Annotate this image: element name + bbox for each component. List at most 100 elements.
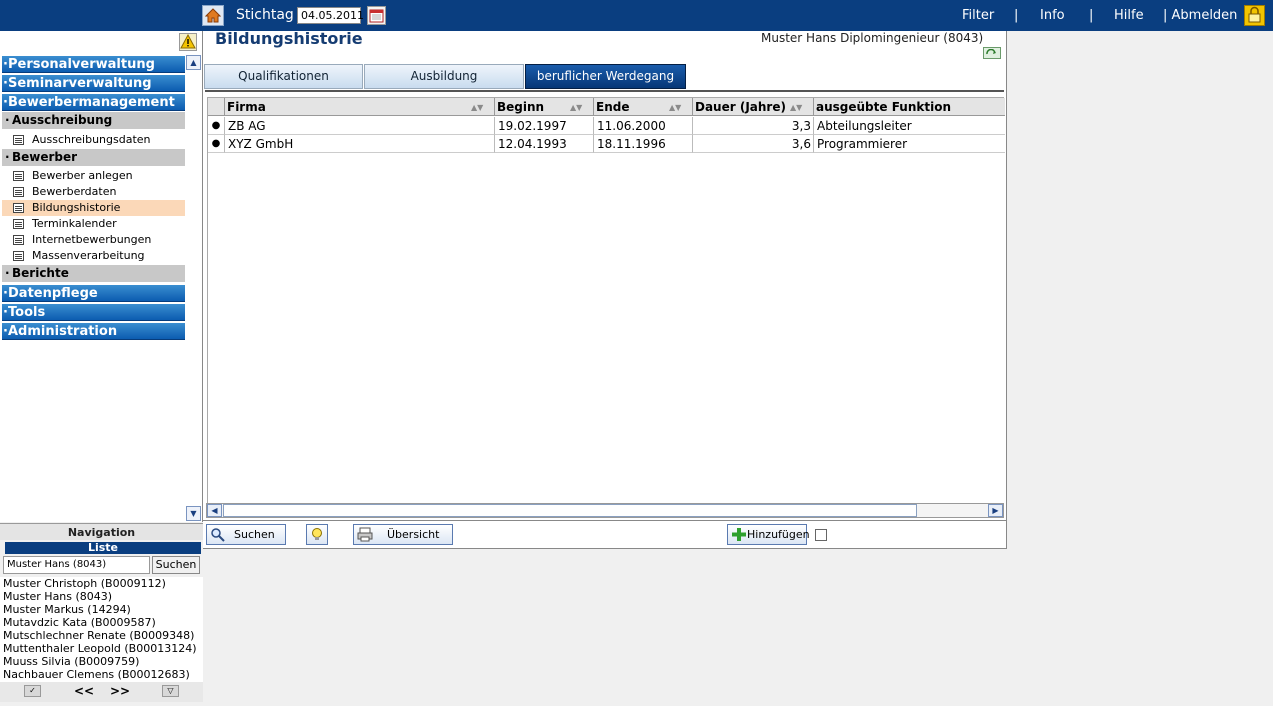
- magnifier-icon: [210, 527, 226, 542]
- lock-icon[interactable]: [1244, 5, 1265, 26]
- main-panel: Bildungshistorie Muster Hans Diplomingen…: [203, 29, 1007, 549]
- top-bar: Stichtag 04.05.2011 Filter | Info | Hilf…: [0, 0, 1273, 31]
- list-icon: [13, 203, 24, 213]
- table-cell-funktion[interactable]: Programmierer: [814, 135, 1005, 153]
- tab-ausbildung[interactable]: Ausbildung: [364, 64, 524, 89]
- list-icon: [13, 219, 24, 229]
- menu-item-bewerber-anlegen[interactable]: Bewerber anlegen: [2, 168, 185, 184]
- menu-tools[interactable]: Tools: [2, 304, 185, 321]
- filter-icon[interactable]: ▽: [162, 685, 179, 697]
- refresh-icon[interactable]: [983, 47, 1001, 59]
- liste-toolbar: ✓ << >> ▽: [0, 682, 203, 702]
- sidebar-scroll-up[interactable]: ▲: [186, 55, 201, 70]
- table-cell-firma[interactable]: ZB AG: [225, 117, 495, 135]
- nav-separator: |: [1014, 8, 1019, 23]
- printer-icon: [357, 527, 373, 542]
- column-header-ende[interactable]: Ende ▲▼: [594, 98, 693, 116]
- table-cell-firma[interactable]: XYZ GmbH: [225, 135, 495, 153]
- sidebar-scroll-down[interactable]: ▼: [186, 506, 201, 521]
- column-header-funktion[interactable]: ausgeübte Funktion: [814, 98, 1005, 116]
- hilfe-link[interactable]: Hilfe: [1114, 8, 1144, 23]
- sort-icon[interactable]: ▲▼: [471, 103, 491, 112]
- tab-divider: [205, 90, 1004, 92]
- table-cell-funktion[interactable]: Abteilungsleiter: [814, 117, 1005, 135]
- menu-item-internetbewerbungen[interactable]: Internetbewerbungen: [2, 232, 185, 248]
- navigation-label: Navigation: [0, 523, 203, 540]
- filter-link[interactable]: Filter: [962, 8, 994, 23]
- tab-qualifikationen[interactable]: Qualifikationen: [204, 64, 363, 89]
- current-user: Muster Hans Diplomingenieur (8043): [761, 31, 984, 45]
- liste-label: Liste: [5, 542, 201, 554]
- list-item[interactable]: Mutavdzic Kata (B0009587): [0, 616, 203, 629]
- stichtag-label: Stichtag: [236, 7, 294, 23]
- table-cell-dauer[interactable]: 3,3: [693, 117, 814, 135]
- menu-administration[interactable]: Administration: [2, 323, 185, 340]
- list-item[interactable]: Muster Christoph (B0009112): [0, 577, 203, 590]
- menu-item-bildungshistorie[interactable]: Bildungshistorie: [2, 200, 185, 216]
- liste-items: Muster Christoph (B0009112) Muster Hans …: [0, 577, 203, 682]
- list-item[interactable]: Muster Markus (14294): [0, 603, 203, 616]
- menu-seminarverwaltung[interactable]: Seminarverwaltung: [2, 75, 185, 92]
- list-icon: [13, 235, 24, 245]
- table-cell-beginn[interactable]: 19.02.1997: [495, 117, 594, 135]
- column-header-beginn[interactable]: Beginn ▲▼: [495, 98, 594, 116]
- stichtag-date-field[interactable]: 04.05.2011: [297, 7, 364, 24]
- table-cell-dauer[interactable]: 3,6: [693, 135, 814, 153]
- select-checkbox[interactable]: [815, 529, 827, 541]
- plus-icon: [731, 527, 747, 542]
- suchen-button[interactable]: Suchen: [206, 524, 286, 545]
- menu-bewerbermanagement[interactable]: Bewerbermanagement: [2, 94, 185, 111]
- sort-icon[interactable]: ▲▼: [790, 103, 810, 112]
- submenu-berichte[interactable]: Berichte: [2, 265, 185, 282]
- list-icon: [13, 251, 24, 261]
- previous-page-button[interactable]: <<: [74, 684, 94, 698]
- abmelden-link[interactable]: | Abmelden: [1163, 8, 1237, 23]
- info-link[interactable]: Info: [1040, 8, 1065, 23]
- submenu-bewerber[interactable]: Bewerber: [2, 149, 185, 166]
- sort-icon[interactable]: ▲▼: [669, 103, 689, 112]
- check-icon[interactable]: ✓: [24, 685, 41, 697]
- hinzufuegen-button[interactable]: Hinzufügen: [727, 524, 810, 545]
- menu-item-massenverarbeitung[interactable]: Massenverarbeitung: [2, 248, 185, 264]
- calendar-icon[interactable]: [367, 6, 386, 25]
- row-marker-header: [208, 98, 225, 116]
- sort-icon[interactable]: ▲▼: [570, 103, 590, 112]
- column-header-firma[interactable]: Firma ▲▼: [225, 98, 495, 116]
- uebersicht-button[interactable]: Übersicht: [353, 524, 453, 545]
- lightbulb-icon: [309, 527, 325, 542]
- table-cell-beginn[interactable]: 12.04.1993: [495, 135, 594, 153]
- menu-datenpflege[interactable]: Datenpflege: [2, 285, 185, 302]
- scroll-left-arrow[interactable]: ◀: [207, 504, 222, 517]
- table-cell-ende[interactable]: 11.06.2000: [594, 117, 693, 135]
- list-item[interactable]: Muttenthaler Leopold (B00013124): [0, 642, 203, 655]
- scroll-right-arrow[interactable]: ▶: [988, 504, 1003, 517]
- row-marker[interactable]: ●: [208, 117, 225, 135]
- row-marker[interactable]: ●: [208, 135, 225, 153]
- toolbar-divider: [203, 520, 1007, 521]
- liste-search-input[interactable]: Muster Hans (8043): [3, 556, 150, 574]
- submenu-ausschreibung[interactable]: Ausschreibung: [2, 112, 185, 129]
- scrollbar-thumb[interactable]: [223, 504, 917, 517]
- list-icon: [13, 135, 24, 145]
- menu-personalverwaltung[interactable]: Personalverwaltung: [2, 56, 185, 73]
- warning-icon[interactable]: [179, 33, 197, 51]
- horizontal-scrollbar[interactable]: ◀ ▶: [206, 503, 1004, 518]
- next-page-button[interactable]: >>: [110, 684, 130, 698]
- list-icon: [13, 171, 24, 181]
- menu-item-ausschreibungsdaten[interactable]: Ausschreibungsdaten: [2, 132, 185, 148]
- list-item[interactable]: Muuss Silvia (B0009759): [0, 655, 203, 668]
- menu-item-terminkalender[interactable]: Terminkalender: [2, 216, 185, 232]
- column-header-dauer[interactable]: Dauer (Jahre) ▲▼: [693, 98, 814, 116]
- list-item[interactable]: Mutschlechner Renate (B0009348): [0, 629, 203, 642]
- menu-item-bewerberdaten[interactable]: Bewerberdaten: [2, 184, 185, 200]
- home-icon[interactable]: [202, 5, 224, 26]
- liste-search-button[interactable]: Suchen: [152, 556, 200, 574]
- nav-separator: |: [1089, 8, 1094, 23]
- tab-beruflicher-werdegang[interactable]: beruflicher Werdegang: [525, 64, 686, 89]
- table-cell-ende[interactable]: 18.11.1996: [594, 135, 693, 153]
- list-item[interactable]: Muster Hans (8043): [0, 590, 203, 603]
- list-item[interactable]: Nachbauer Clemens (B00012683): [0, 668, 203, 681]
- sidebar: ▲ Personalverwaltung Seminarverwaltung B…: [0, 31, 203, 522]
- tip-button[interactable]: [306, 524, 328, 545]
- werdegang-table: Firma ▲▼ Beginn ▲▼ Ende ▲▼ Dauer (Jahre)…: [207, 97, 1005, 504]
